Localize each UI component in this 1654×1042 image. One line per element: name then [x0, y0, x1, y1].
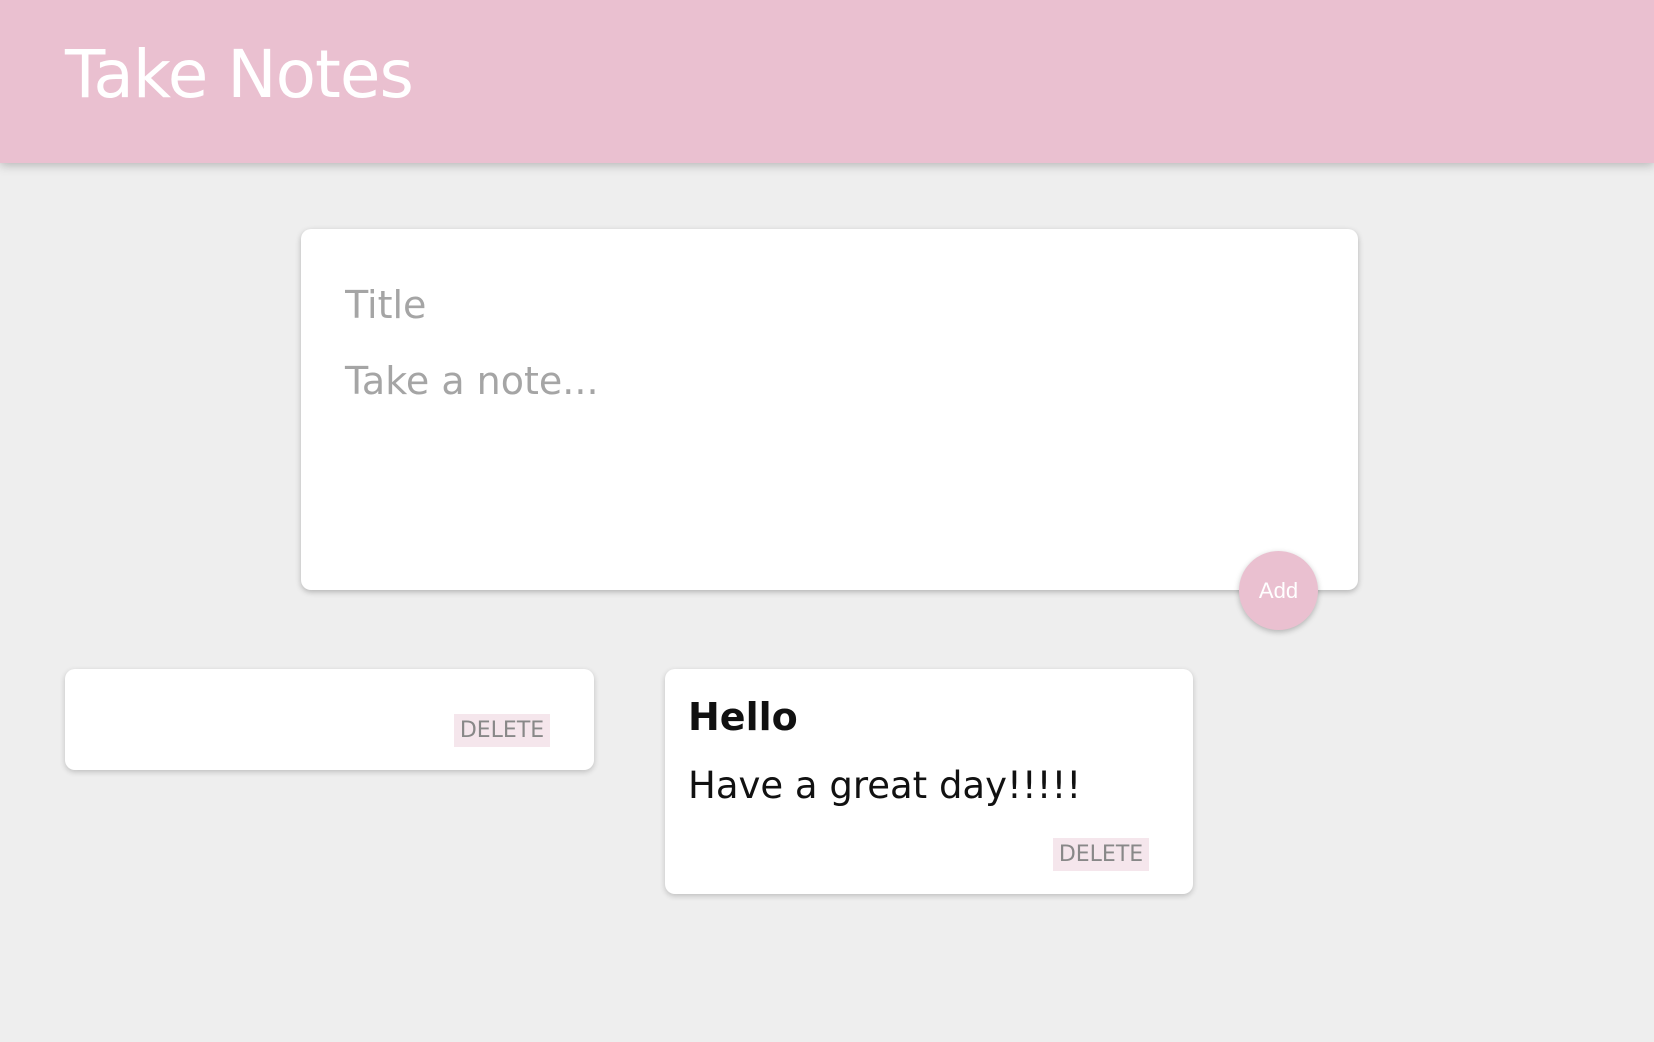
add-note-button[interactable]: Add: [1239, 551, 1318, 630]
note-card: DELETE: [65, 669, 594, 770]
note-card: Hello Have a great day!!!!! DELETE: [665, 669, 1193, 894]
app-header: Take Notes: [0, 0, 1654, 163]
create-note-form: [301, 229, 1358, 590]
note-title-input[interactable]: [343, 279, 1307, 331]
note-content-input[interactable]: [343, 357, 1307, 521]
delete-note-button[interactable]: DELETE: [1053, 838, 1149, 871]
note-title: Hello: [688, 695, 798, 739]
app-title: Take Notes: [65, 36, 414, 113]
delete-note-button[interactable]: DELETE: [454, 714, 550, 747]
note-content: Have a great day!!!!!: [688, 764, 1082, 807]
